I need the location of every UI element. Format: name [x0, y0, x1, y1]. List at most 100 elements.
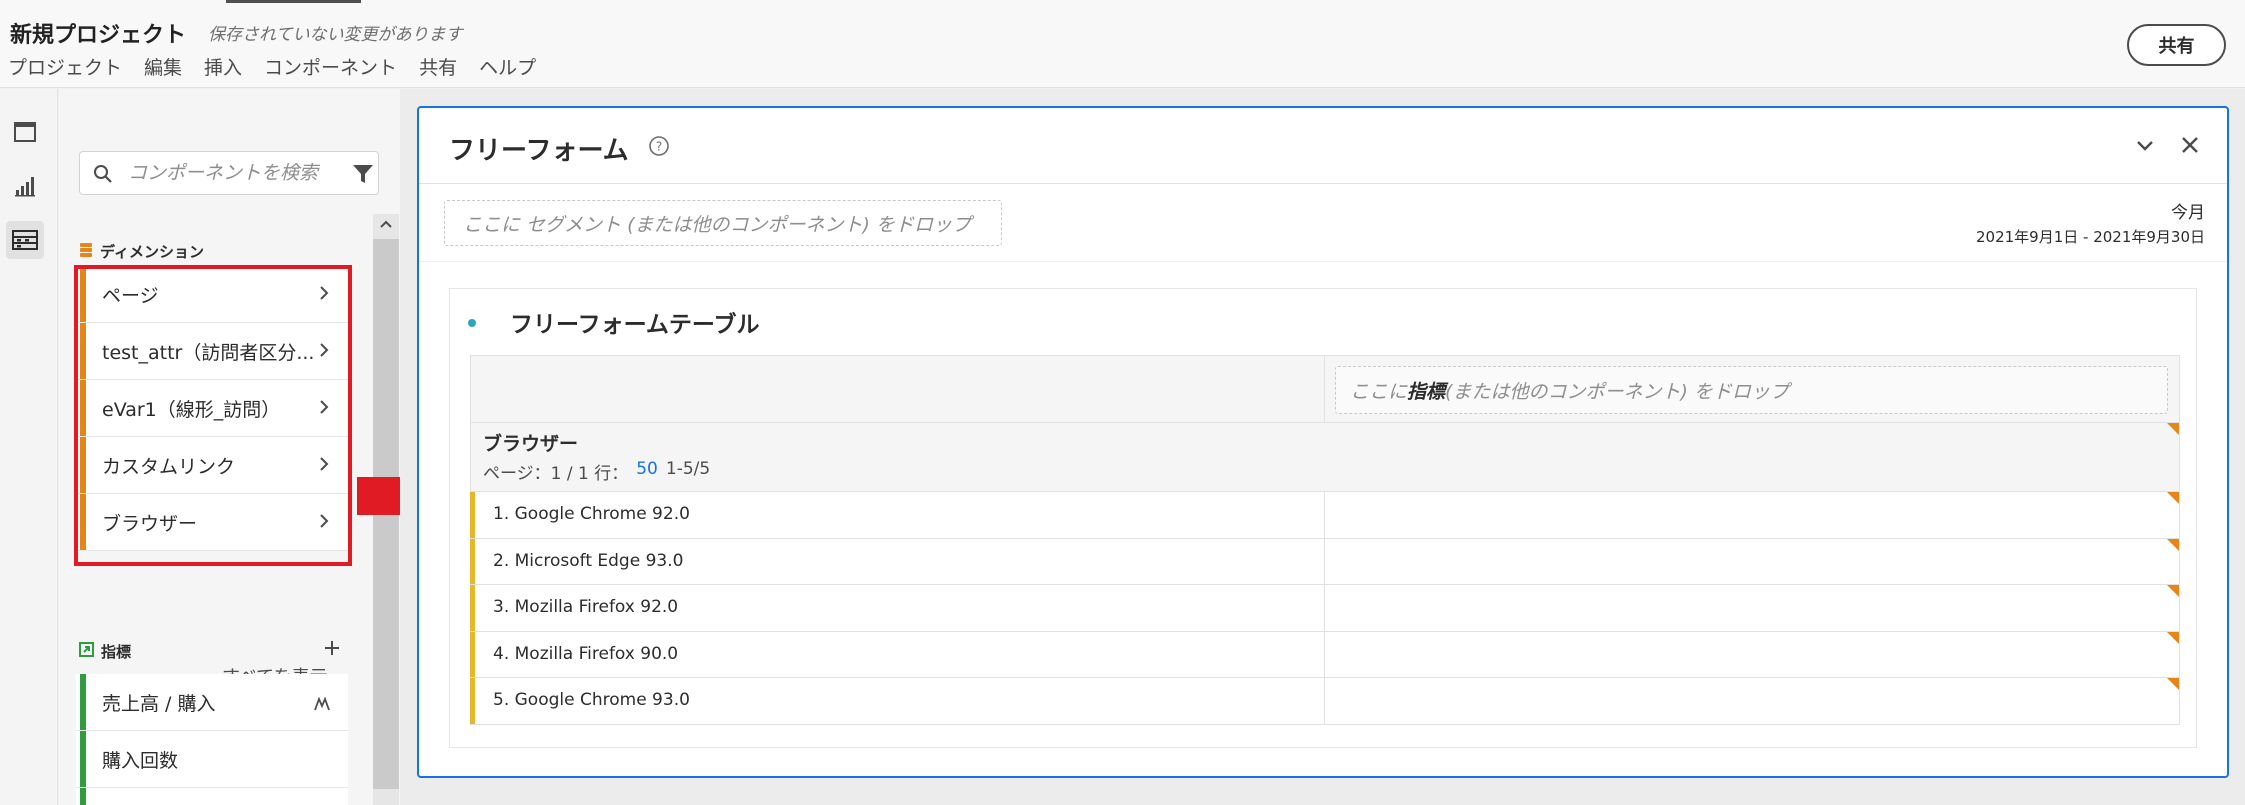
corner-marker	[2167, 423, 2179, 435]
dimension-name[interactable]: ブラウザー	[483, 429, 578, 456]
status-dot	[468, 319, 476, 327]
dimension-color-bar	[80, 437, 86, 493]
chevron-right-icon[interactable]	[318, 284, 330, 307]
metric-label: 購入回数	[102, 749, 179, 772]
chevron-right-icon[interactable]	[318, 341, 330, 364]
unsaved-changes-note: 保存されていない変更があります	[208, 25, 463, 45]
column-divider	[1324, 631, 1325, 677]
metric-drop-prefix: ここに	[1350, 380, 1408, 403]
menu-edit[interactable]: 編集	[144, 53, 182, 80]
dimension-item-custom-link[interactable]: カスタムリンク	[76, 437, 348, 494]
menu-help[interactable]: ヘルプ	[479, 53, 536, 80]
metric-drop-suffix: (または他のコンポーネント) をドロップ	[1445, 380, 1789, 403]
menu-project[interactable]: プロジェクト	[8, 53, 122, 80]
rows-per-page[interactable]: 50	[636, 459, 658, 484]
dimensions-heading-label: ディメンション	[100, 243, 204, 261]
row-selection-bar	[470, 678, 475, 724]
search-icon	[93, 164, 113, 188]
share-button[interactable]: 共有	[2127, 24, 2226, 66]
table-row[interactable]: 2. Microsoft Edge 93.0	[470, 538, 2180, 585]
table-row[interactable]: 4. Mozilla Firefox 90.0	[470, 631, 2180, 678]
row-label: 3. Mozilla Firefox 92.0	[493, 597, 679, 617]
app-header: 新規プロジェクト 保存されていない変更があります プロジェクト 編集 挿入 コン…	[0, 0, 2245, 88]
menu-insert[interactable]: 挿入	[204, 53, 242, 80]
panel-header-divider	[419, 183, 2227, 184]
dimension-color-bar	[80, 494, 86, 550]
components-icon[interactable]	[6, 221, 44, 259]
metric-drop-bold: 指標	[1407, 380, 1446, 403]
dimension-color-bar	[80, 266, 86, 322]
calculated-metric-icon	[314, 694, 330, 716]
dimension-list: ページ test_attr（訪問者区分... eVar1（線形_訪問） カスタム…	[76, 266, 348, 551]
dimension-item-page[interactable]: ページ	[76, 266, 348, 323]
column-divider	[1324, 585, 1325, 631]
row-label: 2. Microsoft Edge 93.0	[493, 550, 684, 571]
metric-icon	[79, 642, 94, 661]
table-row[interactable]: 1. Google Chrome 92.0	[470, 492, 2180, 539]
metrics-heading: 指標	[79, 641, 131, 662]
dimension-header-row[interactable]: ブラウザー ページ：1 / 1 行： 50 1-5/5	[470, 423, 2180, 492]
table-header: ここに 指標 (または他のコンポーネント) をドロップ	[470, 355, 2180, 424]
dimension-item-test-attr[interactable]: test_attr（訪問者区分...	[76, 323, 348, 380]
component-panel: ディメンション ページ test_attr（訪問者区分... eVar1（線形_…	[59, 89, 400, 805]
menu-share[interactable]: 共有	[419, 53, 457, 80]
help-icon[interactable]: ?	[648, 135, 670, 161]
corner-marker	[2167, 631, 2179, 644]
metrics-heading-label: 指標	[101, 643, 132, 661]
dimension-label: test_attr（訪問者区分...	[102, 341, 315, 364]
chevron-down-icon[interactable]	[2135, 138, 2155, 157]
table-row[interactable]: 3. Mozilla Firefox 92.0	[470, 585, 2180, 632]
pagination: ページ：1 / 1 行： 50 1-5/5	[483, 459, 710, 484]
top-tab-accent	[226, 0, 361, 3]
add-icon[interactable]	[323, 639, 341, 661]
dropzone-divider	[419, 261, 2227, 262]
corner-marker	[2167, 585, 2179, 597]
visualizations-icon[interactable]	[6, 167, 44, 205]
column-divider	[1324, 678, 1325, 724]
panel-title[interactable]: フリーフォーム	[449, 130, 629, 167]
freeform-table-card: フリーフォームテーブル ここに 指標 (または他のコンポーネント) をドロップ …	[449, 288, 2197, 748]
close-icon[interactable]	[2181, 136, 2199, 158]
row-selection-bar	[470, 585, 475, 631]
freeform-table: ここに 指標 (または他のコンポーネント) をドロップ ブラウザー ページ：1 …	[470, 355, 2180, 725]
metric-label: 売上高 / 購入	[102, 692, 216, 715]
pager-label: ページ：1 / 1 行：	[483, 464, 629, 484]
dimension-color-bar	[80, 380, 86, 436]
dimension-label: ブラウザー	[102, 512, 198, 535]
project-title[interactable]: 新規プロジェクト	[10, 17, 186, 49]
dimension-color-bar	[80, 323, 86, 379]
chevron-right-icon[interactable]	[318, 398, 330, 421]
panels-icon[interactable]	[6, 113, 44, 151]
component-search[interactable]	[79, 151, 379, 195]
segment-drop-zone[interactable]: ここに セグメント (または他のコンポーネント) をドロップ	[444, 200, 1002, 246]
row-label: 5. Google Chrome 93.0	[493, 690, 690, 710]
chevron-right-icon[interactable]	[318, 455, 330, 478]
menu-components[interactable]: コンポーネント	[264, 53, 397, 80]
metric-color-bar	[80, 674, 86, 730]
date-range[interactable]: 今月 2021年9月1日 - 2021年9月30日	[1976, 198, 2205, 247]
column-divider	[1324, 356, 1325, 424]
metric-item-revenue-per-purchase[interactable]: 売上高 / 購入	[76, 674, 348, 731]
svg-text:?: ?	[656, 140, 662, 154]
chevron-right-icon[interactable]	[318, 512, 330, 535]
menu-bar: プロジェクト 編集 挿入 コンポーネント 共有 ヘルプ	[8, 53, 536, 80]
scroll-up-icon[interactable]	[373, 214, 399, 234]
metric-item-purchase-count[interactable]: 購入回数	[76, 731, 348, 788]
left-rail	[0, 89, 58, 805]
row-label: 4. Mozilla Firefox 90.0	[493, 643, 679, 664]
metric-drop-zone[interactable]: ここに 指標 (または他のコンポーネント) をドロップ	[1335, 366, 2168, 414]
dimensions-heading: ディメンション	[79, 241, 204, 262]
metric-color-bar	[80, 731, 86, 787]
table-row[interactable]: 5. Google Chrome 93.0	[470, 678, 2180, 725]
metric-item-partial[interactable]	[76, 788, 348, 805]
metric-color-bar	[80, 788, 86, 805]
component-search-input[interactable]	[128, 160, 328, 186]
dimension-item-browser[interactable]: ブラウザー	[76, 494, 348, 551]
row-selection-bar	[470, 538, 475, 584]
corner-marker	[2167, 492, 2179, 504]
corner-marker	[2167, 538, 2179, 551]
filter-icon[interactable]	[352, 163, 374, 189]
dimension-item-evar1[interactable]: eVar1（線形_訪問）	[76, 380, 348, 437]
dimension-icon	[79, 242, 93, 262]
visualization-title[interactable]: フリーフォームテーブル	[510, 305, 760, 339]
